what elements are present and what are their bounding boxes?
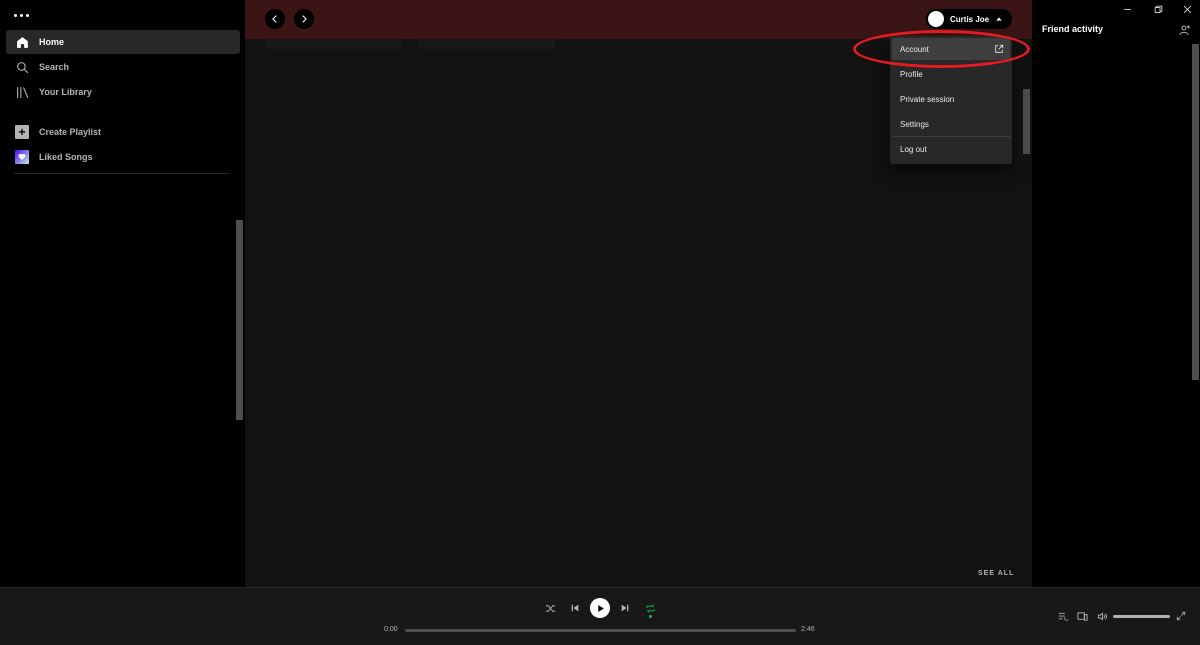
minimize-icon xyxy=(1123,8,1131,10)
mute-button[interactable] xyxy=(1095,609,1109,623)
sidebar: Home Search Your Library + Create Playli… xyxy=(0,0,245,587)
forward-button[interactable] xyxy=(294,9,314,29)
search-icon xyxy=(15,60,29,74)
sidebar-scrollbar[interactable] xyxy=(236,220,243,420)
content-card[interactable] xyxy=(265,39,402,49)
expand-icon xyxy=(1176,611,1186,621)
liked-songs-button[interactable]: Liked Songs xyxy=(6,145,240,169)
create-playlist-button[interactable]: + Create Playlist xyxy=(6,120,240,144)
playback-progress-bar[interactable] xyxy=(405,629,796,632)
caret-up-icon xyxy=(996,17,1002,21)
sidebar-item-label: Home xyxy=(39,37,65,47)
skip-back-icon xyxy=(571,604,579,612)
next-button[interactable] xyxy=(616,599,634,617)
library-icon xyxy=(15,85,29,99)
shuffle-button[interactable] xyxy=(541,599,559,617)
plus-icon: + xyxy=(15,125,29,139)
friend-panel-scrollbar[interactable] xyxy=(1192,44,1199,380)
avatar xyxy=(928,11,944,27)
sidebar-item-label: Your Library xyxy=(39,87,92,97)
queue-button[interactable] xyxy=(1056,609,1070,623)
volume-icon xyxy=(1097,611,1107,621)
sidebar-item-label: Search xyxy=(39,62,70,72)
minimize-button[interactable] xyxy=(1120,2,1134,16)
sidebar-item-library[interactable]: Your Library xyxy=(6,80,240,104)
chevron-left-icon xyxy=(272,15,277,23)
close-icon xyxy=(1183,5,1191,13)
see-all-link[interactable]: SEE ALL xyxy=(978,570,1014,577)
friend-activity-title: Friend activity xyxy=(1042,24,1104,34)
total-time: 2:46 xyxy=(801,626,815,633)
devices-icon xyxy=(1076,611,1088,621)
connect-device-button[interactable] xyxy=(1075,609,1089,623)
sidebar-item-search[interactable]: Search xyxy=(6,55,240,79)
sidebar-divider xyxy=(14,173,230,174)
content-card[interactable] xyxy=(418,39,555,49)
queue-icon xyxy=(1058,612,1068,621)
menu-item-settings[interactable]: Settings xyxy=(892,113,1010,135)
menu-item-label: Log out xyxy=(900,144,927,154)
menu-divider xyxy=(892,136,1010,137)
repeat-active-indicator xyxy=(649,615,652,618)
volume-slider[interactable] xyxy=(1113,615,1170,618)
heart-icon xyxy=(15,150,29,164)
main-scrollbar[interactable] xyxy=(1023,89,1030,154)
highlight-circle xyxy=(853,30,1030,68)
add-friend-icon[interactable] xyxy=(1179,24,1191,36)
play-icon xyxy=(597,604,604,612)
menu-item-private-session[interactable]: Private session xyxy=(892,88,1010,110)
current-time: 0:00 xyxy=(384,626,398,633)
menu-item-label: Settings xyxy=(900,119,929,129)
back-button[interactable] xyxy=(265,9,285,29)
user-name: Curtis Joe xyxy=(950,14,990,24)
home-icon xyxy=(15,35,29,49)
friend-activity-panel xyxy=(1032,0,1200,587)
more-options-icon[interactable] xyxy=(14,8,34,22)
skip-forward-icon xyxy=(621,604,629,612)
shuffle-icon xyxy=(545,604,555,612)
sidebar-item-label: Create Playlist xyxy=(39,127,102,137)
restore-icon xyxy=(1154,5,1162,13)
repeat-icon xyxy=(645,604,655,612)
sidebar-item-label: Liked Songs xyxy=(39,152,93,162)
user-menu-button[interactable]: Curtis Joe xyxy=(926,9,1012,29)
menu-item-log-out[interactable]: Log out xyxy=(892,138,1010,160)
restore-button[interactable] xyxy=(1151,2,1165,16)
fullscreen-button[interactable] xyxy=(1174,609,1188,623)
sidebar-item-home[interactable]: Home xyxy=(6,30,240,54)
menu-item-label: Profile xyxy=(900,69,923,79)
close-button[interactable] xyxy=(1180,2,1194,16)
play-button[interactable] xyxy=(590,598,610,618)
menu-item-label: Private session xyxy=(900,94,955,104)
previous-button[interactable] xyxy=(566,599,584,617)
chevron-right-icon xyxy=(302,15,307,23)
